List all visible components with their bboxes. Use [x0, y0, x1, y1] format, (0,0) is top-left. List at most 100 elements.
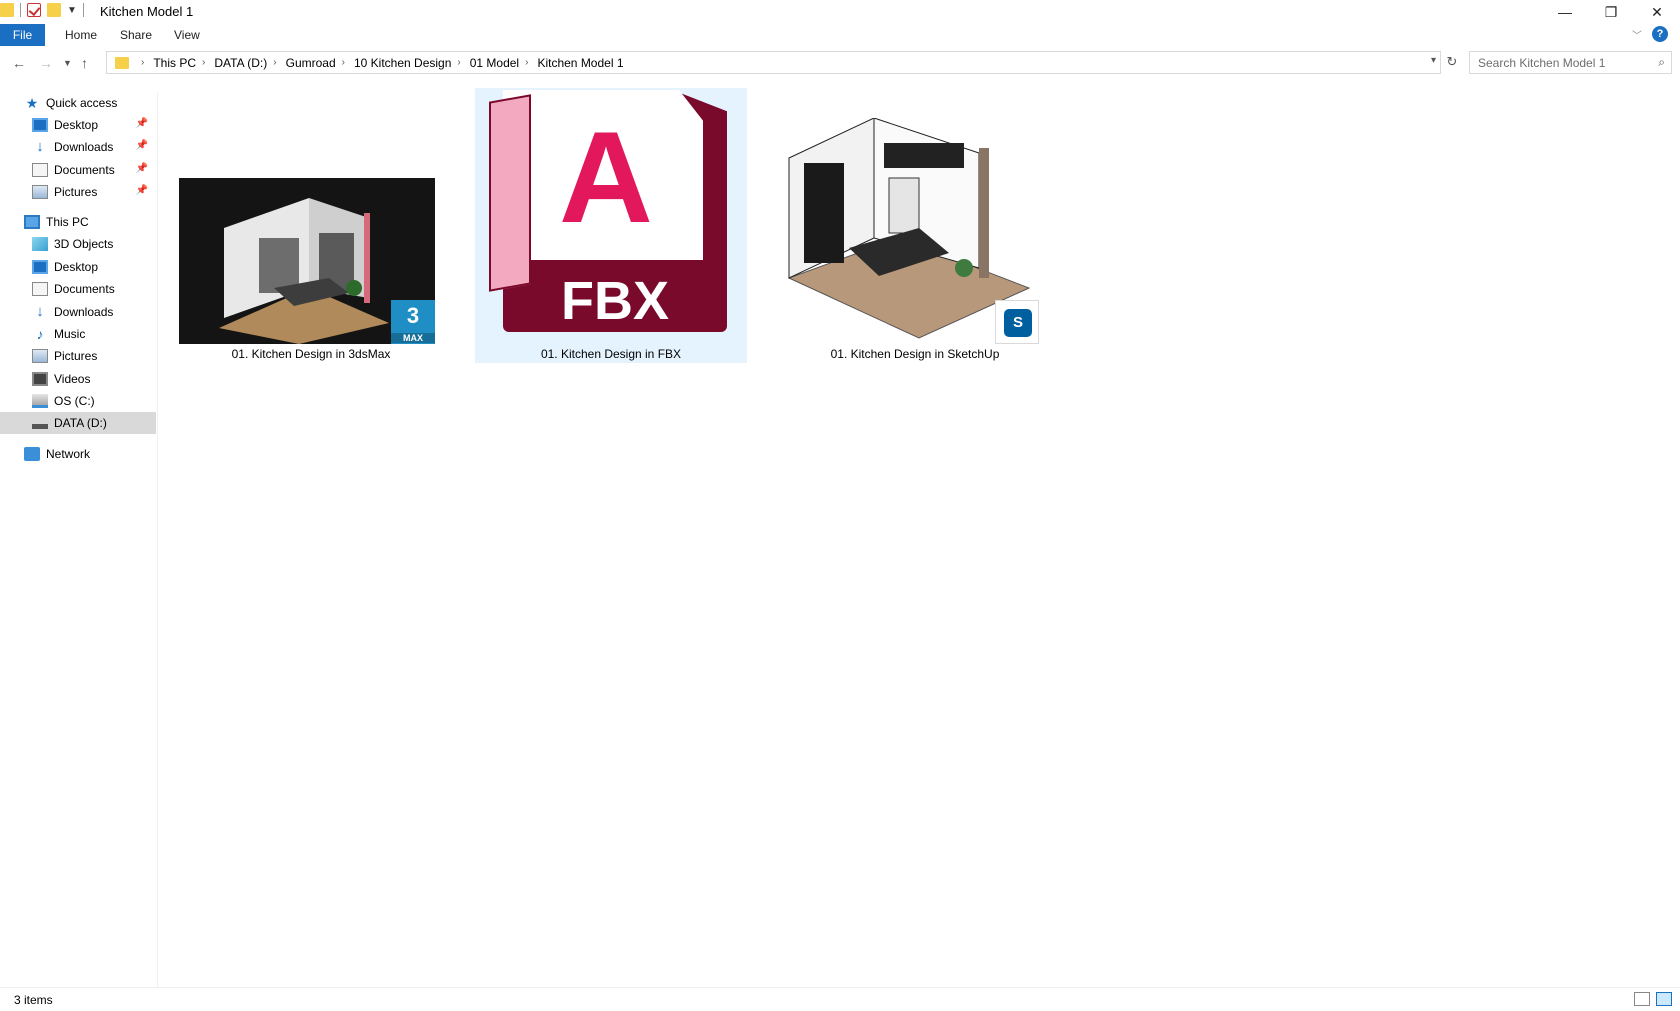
navigation-pane: ★ Quick access Desktop 📌 ↓ Downloads 📌 D… — [0, 92, 158, 987]
sidebar-item-videos[interactable]: Videos — [0, 368, 156, 390]
sidebar-item-label: Videos — [54, 372, 91, 386]
file-item-fbx[interactable]: A FBX 01. Kitchen Design in FBX — [475, 88, 747, 363]
tab-home[interactable]: Home — [65, 24, 97, 46]
sketchup-icon: S — [995, 300, 1039, 344]
pin-icon: 📌 — [135, 118, 148, 129]
file-item-3dsmax[interactable]: 3 MAX 01. Kitchen Design in 3dsMax — [179, 88, 443, 363]
badge-text: MAX — [391, 333, 435, 343]
sidebar-item-quick-access[interactable]: ★ Quick access — [0, 92, 156, 114]
chevron-right-icon[interactable]: › — [525, 57, 528, 68]
search-icon[interactable]: ⌕ — [1658, 55, 1665, 70]
chevron-right-icon[interactable]: › — [342, 57, 345, 68]
breadcrumb-data-d[interactable]: DATA (D:) — [214, 56, 267, 70]
star-icon: ★ — [25, 95, 39, 111]
download-icon: ↓ — [36, 303, 44, 320]
cube-icon — [32, 237, 48, 251]
sidebar-item-os-c[interactable]: OS (C:) — [0, 390, 156, 412]
sidebar-item-music[interactable]: ♪ Music — [0, 323, 156, 345]
pin-icon: 📌 — [135, 140, 148, 151]
up-arrow-icon[interactable]: ↑ — [81, 55, 88, 71]
breadcrumb-model[interactable]: 01 Model — [470, 56, 519, 70]
sidebar-item-data-d[interactable]: DATA (D:) — [0, 412, 156, 434]
sidebar-item-pictures[interactable]: Pictures — [0, 345, 156, 367]
sidebar-item-label: This PC — [46, 215, 89, 229]
badge-number: 3 — [406, 303, 420, 328]
file-name: 01. Kitchen Design in 3dsMax — [231, 347, 391, 361]
sidebar-item-label: Music — [54, 327, 86, 341]
new-folder-icon[interactable] — [47, 3, 61, 17]
pictures-icon — [32, 349, 48, 363]
sidebar-item-desktop[interactable]: Desktop 📌 — [0, 114, 156, 136]
sidebar-item-desktop[interactable]: Desktop — [0, 256, 156, 278]
tab-view[interactable]: View — [174, 24, 200, 46]
chevron-right-icon[interactable]: › — [273, 57, 276, 68]
pin-icon: 📌 — [135, 163, 148, 174]
breadcrumb-this-pc[interactable]: This PC — [153, 56, 196, 70]
tab-file[interactable]: File — [0, 24, 45, 46]
file-view: 3 MAX 01. Kitchen Design in 3dsMax A FBX… — [159, 78, 1680, 987]
item-count: 3 items — [14, 993, 53, 1007]
restore-button[interactable]: ❐ — [1588, 0, 1634, 24]
back-arrow-icon[interactable]: ← — [12, 55, 26, 71]
address-bar[interactable]: › This PC › DATA (D:) › Gumroad › 10 Kit… — [106, 51, 1441, 74]
customize-toolbar-icon[interactable]: ▼ — [67, 5, 77, 16]
sidebar-item-label: Pictures — [54, 349, 98, 363]
video-icon — [32, 372, 48, 386]
pictures-icon — [32, 185, 48, 199]
sidebar-item-label: OS (C:) — [54, 394, 95, 408]
document-icon — [32, 163, 48, 177]
forward-arrow-icon[interactable]: → — [39, 55, 53, 71]
chevron-right-icon[interactable]: › — [457, 57, 460, 68]
breadcrumb-current[interactable]: Kitchen Model 1 — [537, 56, 623, 70]
help-icon[interactable]: ? — [1652, 26, 1668, 42]
network-icon — [24, 447, 40, 461]
sidebar-item-documents[interactable]: Documents 📌 — [0, 159, 156, 181]
properties-icon[interactable] — [27, 3, 41, 17]
desktop-icon — [32, 118, 48, 132]
sidebar-item-this-pc[interactable]: This PC — [0, 211, 156, 233]
separator — [20, 3, 21, 17]
sidebar-item-label: 3D Objects — [54, 237, 114, 251]
chevron-down-icon[interactable]: ﹀ — [1632, 27, 1642, 42]
file-name: 01. Kitchen Design in FBX — [540, 347, 682, 361]
separator — [82, 3, 84, 17]
title-bar: ▼ Kitchen Model 1 — ❐ ✕ — [0, 0, 1680, 24]
sidebar-item-pictures[interactable]: Pictures 📌 — [0, 181, 156, 203]
folder-icon — [0, 3, 14, 17]
breadcrumb-kitchen-design[interactable]: 10 Kitchen Design — [354, 56, 451, 70]
sidebar-item-network[interactable]: Network — [0, 443, 156, 465]
file-extension-label: FBX — [561, 271, 669, 331]
chevron-right-icon[interactable]: › — [202, 57, 205, 68]
sidebar-item-label: Desktop — [54, 118, 99, 132]
recent-locations-icon[interactable]: ▼ — [63, 58, 72, 68]
chevron-right-icon: › — [141, 57, 145, 68]
sidebar-item-documents[interactable]: Documents — [0, 278, 156, 300]
autodesk-letter: A — [559, 104, 653, 250]
drive-icon — [32, 423, 48, 429]
minimize-button[interactable]: — — [1542, 0, 1588, 24]
kitchen-sketchup-thumbnail: S — [779, 117, 1039, 344]
close-button[interactable]: ✕ — [1634, 0, 1680, 24]
details-view-icon[interactable] — [1634, 992, 1650, 1006]
document-icon — [32, 282, 48, 296]
folder-icon — [115, 56, 129, 69]
large-icons-view-icon[interactable] — [1656, 992, 1672, 1006]
sidebar-item-downloads[interactable]: ↓ Downloads — [0, 301, 156, 323]
status-bar: 3 items — [0, 987, 1680, 1011]
refresh-icon[interactable]: ↻ — [1441, 51, 1463, 74]
sidebar-item-downloads[interactable]: ↓ Downloads 📌 — [0, 136, 156, 158]
file-item-sketchup[interactable]: S 01. Kitchen Design in SketchUp — [779, 88, 1051, 363]
windows-drive-icon — [32, 394, 48, 408]
fbx-icon-fold — [489, 94, 531, 292]
sidebar-item-label: Documents — [54, 282, 115, 296]
ribbon: File Home Share View ﹀ ? — [0, 24, 1680, 46]
music-note-icon: ♪ — [36, 326, 44, 342]
fbx-file-icon: A FBX — [489, 90, 729, 345]
search-input[interactable]: Search Kitchen Model 1 ⌕ — [1469, 51, 1672, 74]
navigation-bar: ← → ▼ ↑ › This PC › DATA (D:) › Gumroad … — [0, 49, 1680, 78]
tab-share[interactable]: Share — [120, 24, 152, 46]
chevron-down-icon[interactable]: ▾ — [1431, 55, 1436, 66]
sidebar-item-3d-objects[interactable]: 3D Objects — [0, 233, 156, 255]
kitchen-3dsmax-thumbnail: 3 MAX — [179, 178, 435, 344]
breadcrumb-gumroad[interactable]: Gumroad — [286, 56, 336, 70]
